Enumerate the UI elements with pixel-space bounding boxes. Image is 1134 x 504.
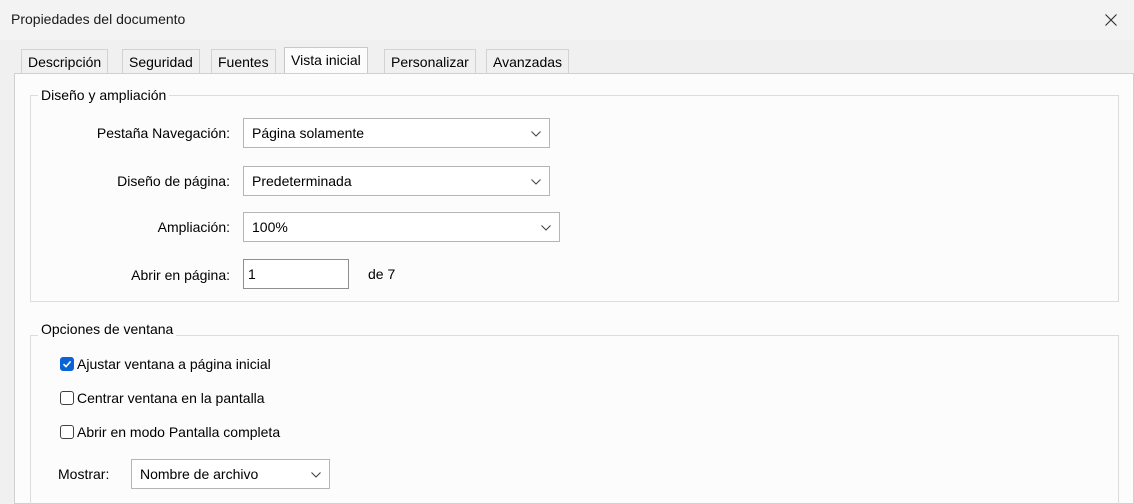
tab-vista-inicial[interactable]: Vista inicial xyxy=(284,47,368,73)
fit-window-label: Ajustar ventana a página inicial xyxy=(77,356,271,372)
chevron-down-icon xyxy=(531,131,541,137)
fit-window-checkbox[interactable] xyxy=(60,357,74,371)
navigation-tab-value: Página solamente xyxy=(252,125,365,141)
open-to-page-value: 1 xyxy=(248,266,256,282)
navigation-tab-select[interactable]: Página solamente xyxy=(243,118,550,148)
navigation-tab-label: Pestaña Navegación: xyxy=(96,125,230,141)
center-window-checkbox[interactable] xyxy=(60,391,74,405)
show-select[interactable]: Nombre de archivo xyxy=(131,459,330,489)
magnification-select[interactable]: 100% xyxy=(243,212,560,242)
show-value: Nombre de archivo xyxy=(140,466,259,482)
tab-descripcion[interactable]: Descripción xyxy=(21,49,109,73)
tab-personalizar[interactable]: Personalizar xyxy=(384,49,476,73)
close-button[interactable] xyxy=(1088,0,1134,40)
chevron-down-icon xyxy=(541,225,551,231)
tab-label: Fuentes xyxy=(218,54,269,70)
show-label: Mostrar: xyxy=(58,466,110,482)
chevron-down-icon xyxy=(311,472,321,478)
center-window-label: Centrar ventana en la pantalla xyxy=(77,390,265,406)
page-count-label: de 7 xyxy=(368,266,396,282)
chevron-down-icon xyxy=(531,179,541,185)
fullscreen-checkbox[interactable] xyxy=(60,425,74,439)
page-layout-value: Predeterminada xyxy=(252,173,352,189)
fullscreen-label: Abrir en modo Pantalla completa xyxy=(77,424,281,440)
tab-label: Vista inicial xyxy=(291,52,361,68)
tab-label: Descripción xyxy=(28,54,102,70)
open-to-page-input[interactable]: 1 xyxy=(243,259,349,289)
magnification-value: 100% xyxy=(252,219,288,235)
magnification-label: Ampliación: xyxy=(157,219,230,235)
tab-label: Personalizar xyxy=(391,54,469,70)
tab-avanzadas[interactable]: Avanzadas xyxy=(486,49,570,73)
title-bar: Propiedades del documento xyxy=(0,0,1134,40)
layout-group-title: Diseño y ampliación xyxy=(38,87,170,103)
tab-label: Seguridad xyxy=(129,54,193,70)
window-title: Propiedades del documento xyxy=(11,11,186,27)
tab-label: Avanzadas xyxy=(493,54,563,70)
tab-fuentes[interactable]: Fuentes xyxy=(211,49,276,73)
checkmark-icon xyxy=(62,360,72,368)
tab-seguridad[interactable]: Seguridad xyxy=(122,49,200,73)
window-options-title: Opciones de ventana xyxy=(38,321,177,337)
page-layout-label: Diseño de página: xyxy=(117,173,230,189)
page-layout-select[interactable]: Predeterminada xyxy=(243,166,550,196)
close-icon xyxy=(1105,14,1117,26)
open-to-page-label: Abrir en página: xyxy=(131,267,230,283)
